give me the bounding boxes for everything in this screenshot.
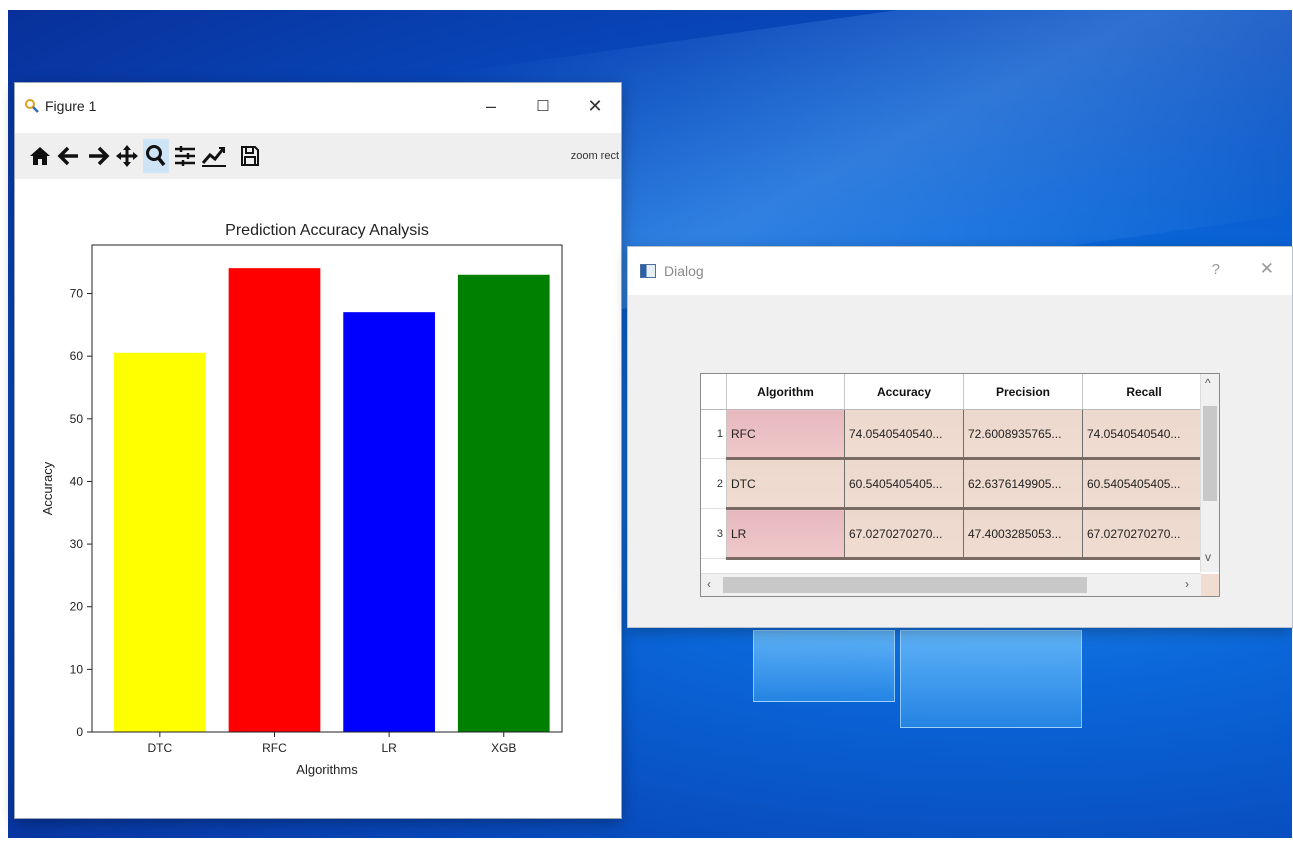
table-cell[interactable]: 60.5405405405... (844, 458, 964, 510)
scroll-up-icon[interactable]: ^ (1205, 376, 1211, 390)
chart-title: Prediction Accuracy Analysis (225, 222, 429, 239)
y-tick-label: 20 (70, 600, 84, 614)
wallpaper-window-pane (753, 630, 895, 702)
figure-titlebar[interactable]: Figure 1 – ☐ ✕ (15, 83, 621, 129)
column-header-accuracy[interactable]: Accuracy (844, 374, 964, 410)
table-cell[interactable]: 67.0270270270... (1082, 508, 1206, 560)
x-tick-label: DTC (148, 741, 173, 755)
y-tick-label: 10 (70, 662, 84, 676)
dialog-window: Dialog ? ✕ Algorithm Accuracy Precision … (628, 247, 1292, 627)
table-row[interactable]: 3 LR 67.0270270270... 47.4003285053... 6… (701, 508, 1206, 560)
dialog-title: Dialog (664, 263, 704, 279)
edit-curve-icon[interactable] (201, 139, 227, 173)
row-number: 3 (701, 508, 727, 559)
y-axis-label: Accuracy (40, 461, 55, 515)
x-tick-label: RFC (262, 741, 287, 755)
chart-bar-rfc (228, 268, 321, 732)
table-cell[interactable]: DTC (726, 458, 845, 510)
table-cell[interactable]: RFC (726, 409, 845, 460)
table-cell[interactable]: 60.5405405405... (1082, 458, 1206, 510)
column-header-precision[interactable]: Precision (963, 374, 1083, 410)
column-header-recall[interactable]: Recall (1082, 374, 1206, 410)
wallpaper-window-pane (900, 630, 1082, 728)
x-axis-label: Algorithms (296, 762, 358, 777)
help-button[interactable]: ? (1212, 261, 1220, 278)
x-tick-label: LR (381, 741, 397, 755)
close-button[interactable]: ✕ (569, 83, 621, 129)
table-corner-header (701, 374, 727, 410)
table-cell[interactable]: LR (726, 508, 845, 560)
matplotlib-app-icon (25, 99, 39, 113)
scroll-left-icon[interactable]: ‹ (707, 577, 711, 591)
y-tick-label: 70 (70, 287, 84, 301)
table-cell[interactable]: 62.6376149905... (963, 458, 1083, 510)
maximize-button[interactable]: ☐ (517, 83, 569, 129)
column-header-algorithm[interactable]: Algorithm (726, 374, 845, 410)
figure-window: Figure 1 – ☐ ✕ zoom rect Prediction Accu… (15, 83, 621, 818)
y-tick-label: 60 (70, 349, 84, 363)
scroll-right-icon[interactable]: › (1185, 577, 1189, 591)
horizontal-scrollbar[interactable]: ‹ › (701, 573, 1201, 596)
toolbar-status-message: zoom rect (570, 150, 619, 162)
table-cell[interactable]: 74.0540540540... (1082, 409, 1206, 460)
vertical-scrollbar[interactable]: ^ v (1200, 374, 1219, 572)
dialog-close-button[interactable]: ✕ (1260, 259, 1274, 279)
dialog-titlebar[interactable]: Dialog ? ✕ (628, 247, 1292, 295)
zoom-icon[interactable] (143, 139, 169, 173)
subplots-icon[interactable] (172, 139, 198, 173)
y-tick-label: 0 (76, 725, 83, 739)
save-icon[interactable] (237, 139, 263, 173)
row-number: 2 (701, 458, 727, 509)
minimize-button[interactable]: – (465, 83, 517, 129)
home-icon[interactable] (27, 139, 53, 173)
back-icon[interactable] (56, 139, 82, 173)
y-tick-label: 30 (70, 537, 84, 551)
table-cell[interactable]: 74.0540540540... (844, 409, 964, 460)
vertical-scroll-thumb[interactable] (1203, 406, 1217, 501)
results-table[interactable]: Algorithm Accuracy Precision Recall 1 RF… (700, 373, 1220, 597)
navigation-toolbar: zoom rect (15, 133, 621, 179)
chart-bar-dtc (114, 352, 206, 732)
horizontal-scroll-thumb[interactable] (723, 577, 1087, 593)
scrollbar-corner (1201, 574, 1219, 596)
table-row[interactable]: 2 DTC 60.5405405405... 62.6376149905... … (701, 458, 1206, 510)
table-row[interactable]: 1 RFC 74.0540540540... 72.6008935765... … (701, 409, 1206, 460)
chart-bar-lr (343, 312, 435, 732)
scroll-down-icon[interactable]: v (1205, 550, 1211, 564)
figure-canvas[interactable]: Prediction Accuracy Analysis DTC RFC LR XGB 0… (15, 183, 621, 818)
pan-icon[interactable] (114, 139, 140, 173)
chart-bar-xgb (457, 274, 550, 732)
dialog-app-icon (640, 264, 656, 278)
table-cell[interactable]: 72.6008935765... (963, 409, 1083, 460)
forward-icon[interactable] (85, 139, 111, 173)
table-cell[interactable]: 67.0270270270... (844, 508, 964, 560)
y-tick-label: 50 (70, 412, 84, 426)
table-cell[interactable]: 47.4003285053... (963, 508, 1083, 560)
x-tick-label: XGB (491, 741, 516, 755)
figure-title: Figure 1 (45, 98, 97, 114)
row-number: 1 (701, 409, 727, 459)
y-tick-label: 40 (70, 474, 84, 488)
bar-chart: Prediction Accuracy Analysis DTC RFC LR XGB 0… (40, 222, 563, 777)
